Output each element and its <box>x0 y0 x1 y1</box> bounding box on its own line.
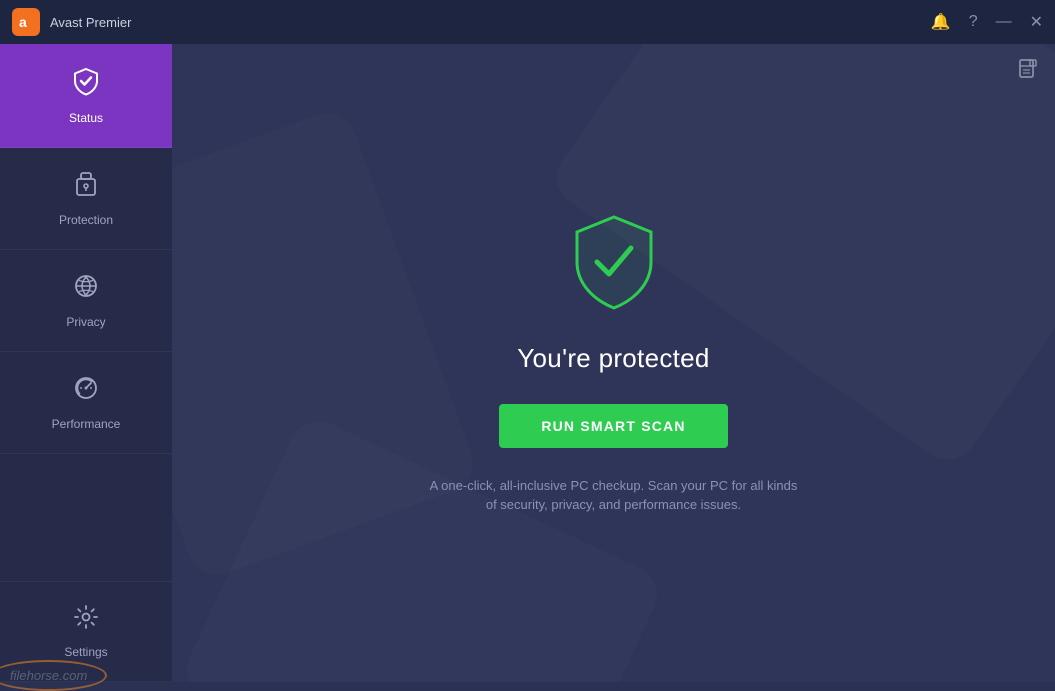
watermark-text: filehorse.com <box>0 660 107 691</box>
performance-icon <box>72 374 100 409</box>
app-logo: a <box>12 8 40 36</box>
sidebar-item-label-settings: Settings <box>64 645 107 659</box>
sidebar-item-settings[interactable]: Settings filehorse.com <box>0 582 172 682</box>
window-controls: 🔔 ? ― ✕ <box>931 12 1043 32</box>
sidebar-item-label-protection: Protection <box>59 213 113 227</box>
app-title: Avast Premier <box>50 15 131 30</box>
main-content: You're protected RUN SMART SCAN A one-cl… <box>172 44 1055 682</box>
status-content: You're protected RUN SMART SCAN A one-cl… <box>424 212 804 515</box>
run-smart-scan-button[interactable]: RUN SMART SCAN <box>499 404 727 448</box>
app-container: Status Protection <box>0 44 1055 682</box>
title-bar: a Avast Premier 🔔 ? ― ✕ <box>0 0 1055 44</box>
sidebar: Status Protection <box>0 44 172 682</box>
sidebar-item-protection[interactable]: Protection <box>0 148 172 250</box>
sidebar-bottom: Settings filehorse.com <box>0 581 172 682</box>
sidebar-item-label-performance: Performance <box>52 417 121 431</box>
minimize-icon[interactable]: ― <box>996 13 1012 31</box>
watermark: filehorse.com <box>0 660 107 691</box>
sidebar-item-status[interactable]: Status <box>0 44 172 148</box>
scan-description: A one-click, all-inclusive PC checkup. S… <box>424 476 804 515</box>
sidebar-item-privacy[interactable]: Privacy <box>0 250 172 352</box>
close-icon[interactable]: ✕ <box>1030 12 1043 32</box>
sidebar-item-label-privacy: Privacy <box>66 315 105 329</box>
settings-icon <box>73 604 99 637</box>
shield-container <box>569 212 659 317</box>
status-icon <box>71 66 101 103</box>
sidebar-item-label-status: Status <box>69 111 103 125</box>
document-icon[interactable] <box>1017 58 1039 86</box>
help-icon[interactable]: ? <box>969 13 978 31</box>
status-text: You're protected <box>517 343 709 374</box>
protection-icon <box>72 170 100 205</box>
privacy-icon <box>72 272 100 307</box>
notification-icon[interactable]: 🔔 <box>931 12 951 32</box>
svg-text:a: a <box>19 14 27 30</box>
sidebar-item-performance[interactable]: Performance <box>0 352 172 454</box>
